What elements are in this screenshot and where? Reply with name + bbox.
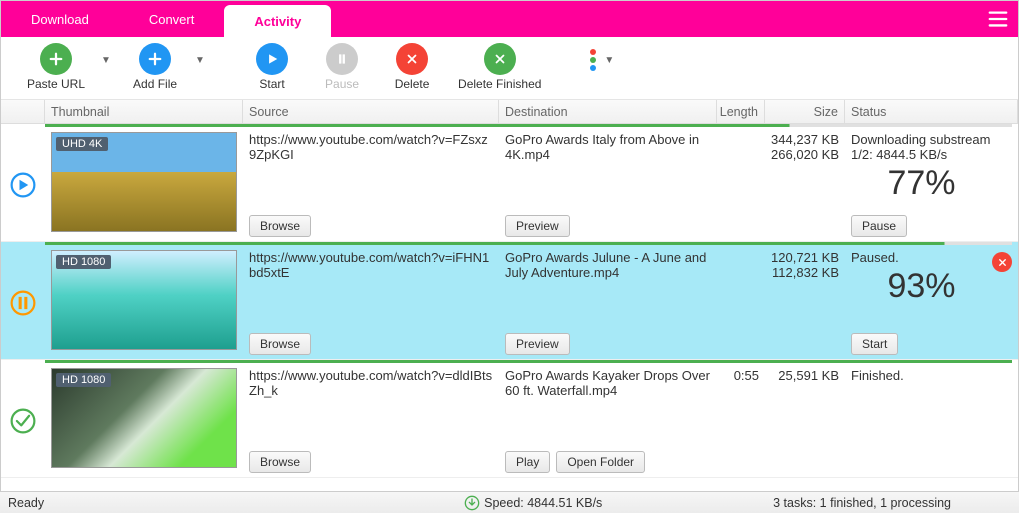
play-icon (9, 171, 37, 199)
check-icon (9, 407, 37, 435)
play-button[interactable]: Play (505, 451, 550, 473)
close-icon[interactable] (992, 252, 1012, 272)
thumbnail-image: UHD 4K (51, 132, 237, 232)
paste-url-dropdown[interactable]: ▼ (101, 55, 115, 66)
delete-button[interactable]: Delete (382, 41, 442, 93)
tab-download[interactable]: Download (1, 1, 119, 37)
destination-text: GoPro Awards Julune - A June and July Ad… (505, 250, 711, 280)
start-label: Start (259, 77, 284, 91)
view-options-button[interactable]: ▼ (580, 41, 620, 79)
row-start-button[interactable]: Start (851, 333, 898, 355)
delete-finished-label: Delete Finished (458, 77, 541, 91)
size-bytes: 25,591 KB (771, 368, 839, 383)
thumbnail-image: HD 1080 (51, 368, 237, 468)
add-file-label: Add File (133, 77, 177, 91)
header-status[interactable]: Status (845, 100, 1018, 123)
status-bar: Ready Speed: 4844.51 KB/s 3 tasks: 1 fin… (0, 491, 1019, 513)
length-text (717, 128, 765, 241)
tab-convert[interactable]: Convert (119, 1, 225, 37)
size-downloaded: 112,832 KB (771, 265, 839, 280)
status-text: Paused. (851, 250, 1012, 265)
length-text: 0:55 (717, 364, 765, 477)
browse-button[interactable]: Browse (249, 215, 311, 237)
size-downloaded: 266,020 KB (771, 147, 839, 162)
size-bytes: 120,721 KB (771, 250, 839, 265)
table-row[interactable]: UHD 4K https://www.youtube.com/watch?v=F… (1, 124, 1018, 242)
paste-url-button[interactable]: Paste URL (21, 41, 91, 93)
top-tabbar: Download Convert Activity (1, 1, 1018, 37)
delete-finished-button[interactable]: Delete Finished (452, 41, 547, 93)
download-icon (464, 495, 480, 511)
header-length[interactable]: Length (717, 100, 765, 123)
paste-url-label: Paste URL (27, 77, 85, 91)
start-button[interactable]: Start (242, 41, 302, 93)
status-speed: Speed: 4844.51 KB/s (484, 496, 602, 510)
preview-button[interactable]: Preview (505, 333, 570, 355)
quality-badge: HD 1080 (56, 373, 111, 387)
table-header: Thumbnail Source Destination Length Size… (1, 100, 1018, 124)
table-row[interactable]: HD 1080 https://www.youtube.com/watch?v=… (1, 360, 1018, 478)
pause-button[interactable]: Pause (312, 41, 372, 93)
header-size[interactable]: Size (765, 100, 845, 123)
delete-label: Delete (395, 77, 430, 91)
status-ready: Ready (8, 496, 44, 510)
tab-activity[interactable]: Activity (224, 5, 331, 37)
status-text: Finished. (851, 368, 1012, 383)
length-text (717, 246, 765, 359)
menu-icon[interactable] (978, 1, 1018, 37)
header-source[interactable]: Source (243, 100, 499, 123)
browse-button[interactable]: Browse (249, 451, 311, 473)
view-options-icon (586, 43, 600, 77)
progress-percent: 77% (851, 164, 1012, 203)
status-tasks: 3 tasks: 1 finished, 1 processing (773, 496, 951, 510)
progress-percent: 93% (851, 267, 1012, 306)
add-file-dropdown[interactable]: ▼ (195, 55, 209, 66)
table-row[interactable]: HD 1080 https://www.youtube.com/watch?v=… (1, 242, 1018, 360)
header-thumbnail[interactable]: Thumbnail (45, 100, 243, 123)
header-destination[interactable]: Destination (499, 100, 717, 123)
browse-button[interactable]: Browse (249, 333, 311, 355)
status-text: Downloading substream 1/2: 4844.5 KB/s (851, 132, 1012, 162)
source-url: https://www.youtube.com/watch?v=FZsxz9Zp… (249, 132, 493, 162)
destination-text: GoPro Awards Kayaker Drops Over 60 ft. W… (505, 368, 711, 398)
preview-button[interactable]: Preview (505, 215, 570, 237)
open-folder-button[interactable]: Open Folder (556, 451, 645, 473)
destination-text: GoPro Awards Italy from Above in 4K.mp4 (505, 132, 711, 162)
size-bytes: 344,237 KB (771, 132, 839, 147)
task-list: UHD 4K https://www.youtube.com/watch?v=F… (1, 124, 1018, 502)
quality-badge: HD 1080 (56, 255, 111, 269)
pause-label: Pause (325, 77, 359, 91)
add-file-button[interactable]: Add File (125, 41, 185, 93)
quality-badge: UHD 4K (56, 137, 108, 151)
thumbnail-image: HD 1080 (51, 250, 237, 350)
source-url: https://www.youtube.com/watch?v=iFHN1bd5… (249, 250, 493, 280)
source-url: https://www.youtube.com/watch?v=dldIBtsZ… (249, 368, 493, 398)
row-pause-button[interactable]: Pause (851, 215, 907, 237)
pause-icon (9, 289, 37, 317)
toolbar: Paste URL ▼ Add File ▼ Start Pause Delet… (1, 37, 1018, 100)
